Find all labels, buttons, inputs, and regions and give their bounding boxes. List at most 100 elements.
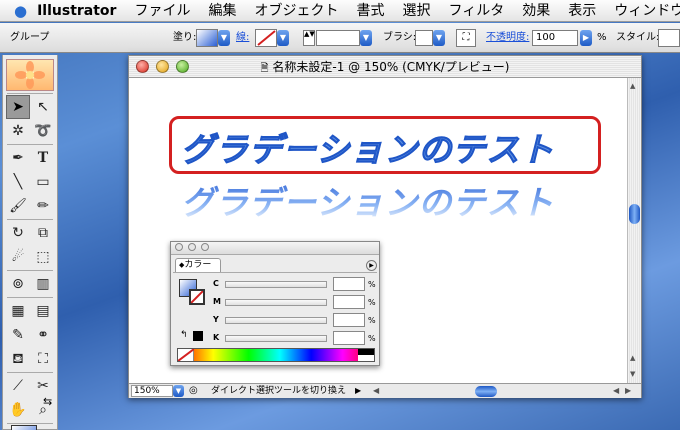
type-tool-icon[interactable]: T [31,146,55,170]
live-paint-bucket-tool-icon[interactable]: ⛾ [6,347,30,371]
line-tool-icon[interactable]: ╲ [6,170,30,194]
scale-tool-icon[interactable]: ⧉ [31,221,55,245]
toolbox-divider [7,270,53,271]
apple-menu-icon[interactable]: ● [14,2,27,20]
document-title-bar[interactable]: 🗎 名称未設定-1 @ 150% (CMYK/プレビュー) [129,56,641,78]
pencil-tool-icon[interactable]: ✏ [31,194,55,218]
opacity-unit: % [597,32,607,43]
scroll-left-icon[interactable]: ◀ [373,384,379,398]
channel-m-unit: % [368,298,376,307]
zoom-dropdown-icon[interactable]: ▼ [173,385,184,397]
channel-y-field[interactable] [333,313,365,327]
menu-effect[interactable]: 効果 [513,0,559,21]
scroll-up-icon[interactable]: ▲ [630,354,635,362]
palette-menu-icon[interactable]: ▶ [366,260,377,271]
stroke-weight-stepper[interactable]: ▲▼ [303,30,315,46]
stroke-weight-dropdown-icon[interactable]: ▼ [360,30,372,46]
fill-dropdown-icon[interactable]: ▼ [218,30,230,46]
mesh-tool-icon[interactable]: ▦ [6,299,30,323]
transform-icon[interactable]: ⛶ [456,29,476,47]
stroke-swatch[interactable] [255,29,277,47]
gradient-tool-icon[interactable]: ▤ [31,299,55,323]
opacity-label[interactable]: 不透明度: [486,23,529,53]
palette-zoom-button[interactable] [201,243,209,251]
channel-y-label: Y [213,315,219,324]
document-title: 🗎 名称未設定-1 @ 150% (CMYK/プレビュー) [129,56,641,80]
selection-tool-icon[interactable]: ➤ [6,95,30,119]
black-swatch[interactable] [193,331,203,341]
stroke-dropdown-icon[interactable]: ▼ [277,30,289,46]
menu-file[interactable]: ファイル [125,0,199,21]
vertical-scrollbar[interactable]: ▲ ▲ ▼ [627,78,641,384]
fill-swatch[interactable] [196,29,218,47]
palette-close-button[interactable] [175,243,183,251]
headline-text-selected[interactable]: グラデーションのテスト [180,123,554,171]
stroke-label[interactable]: 線: [236,23,249,53]
headline-text-gradient[interactable]: グラデーションのテスト [181,176,554,224]
opacity-dropdown-icon[interactable]: ▶ [580,30,592,46]
menu-type[interactable]: 書式 [347,0,393,21]
channel-k-slider[interactable] [225,335,327,342]
status-menu-arrow-icon[interactable]: ▶ [355,384,361,398]
scroll-up-icon[interactable]: ▲ [630,82,635,90]
pen-tool-icon[interactable]: ✒ [6,146,30,170]
direct-selection-tool-icon[interactable]: ↖ [31,95,55,119]
rotate-tool-icon[interactable]: ↻ [6,221,30,245]
channel-c-slider[interactable] [225,281,327,288]
document-title-text: 名称未設定-1 @ 150% (CMYK/プレビュー) [272,60,510,74]
channel-m-field[interactable] [333,295,365,309]
zoom-field[interactable]: 150% [131,385,173,397]
swap-colors-icon[interactable]: ⇆ [43,395,52,408]
channel-k-label: K [213,333,220,342]
menu-view[interactable]: 表示 [559,0,605,21]
channel-c-field[interactable] [333,277,365,291]
fill-label: 塗り: [173,32,197,43]
channel-k-unit: % [368,334,376,343]
horizontal-scroll-thumb[interactable] [475,386,497,397]
rectangle-tool-icon[interactable]: ▭ [31,170,55,194]
scroll-down-icon[interactable]: ▼ [630,370,635,378]
hand-tool-icon[interactable]: ✋ [6,398,30,422]
vertical-scroll-thumb[interactable] [629,204,640,224]
brush-swatch[interactable] [415,30,433,46]
none-swatch[interactable] [177,348,195,362]
live-paint-selection-tool-icon[interactable]: ⛶ [31,347,55,371]
scroll-left-icon[interactable]: ◀ [613,384,619,398]
symbol-sprayer-tool-icon[interactable]: ⊚ [6,272,30,296]
eyedropper-tool-icon[interactable]: ✎ [6,323,30,347]
style-swatch[interactable] [658,29,680,47]
opacity-field[interactable]: 100 [532,30,578,46]
color-spectrum[interactable] [177,348,375,362]
palette-divider [173,272,377,273]
menu-select[interactable]: 選択 [393,0,439,21]
lasso-tool-icon[interactable]: ➰ [31,119,55,143]
palette-stroke-swatch[interactable] [189,289,205,305]
magic-wand-tool-icon[interactable]: ✲ [6,119,30,143]
channel-k-field[interactable] [333,331,365,345]
tab-color[interactable]: ◆カラー [175,258,221,272]
scroll-right-icon[interactable]: ▶ [625,384,631,398]
menu-app[interactable]: Illustrator [35,0,125,21]
illustrator-logo-icon[interactable] [6,59,54,91]
column-graph-tool-icon[interactable]: ▥ [31,272,55,296]
free-transform-tool-icon[interactable]: ⬚ [31,245,55,269]
channel-m-slider[interactable] [225,299,327,306]
out-of-gamut-icon[interactable]: ↰ [180,330,188,340]
spectrum-white-swatch[interactable] [358,355,374,361]
brush-dropdown-icon[interactable]: ▼ [433,30,445,46]
style-label: スタイル: [616,32,660,43]
none-color-icon [177,348,195,362]
palette-minimize-button[interactable] [188,243,196,251]
menu-edit[interactable]: 編集 [199,0,245,21]
paintbrush-tool-icon[interactable]: 🖌 [6,194,30,218]
menu-object[interactable]: オブジェクト [245,0,347,21]
fill-color-swatch[interactable] [11,425,37,430]
blend-tool-icon[interactable]: ⚭ [31,323,55,347]
warp-tool-icon[interactable]: ☄ [6,245,30,269]
slice-tool-icon[interactable]: ⟋ [6,374,30,398]
palette-title-bar[interactable] [171,242,379,255]
menu-filter[interactable]: フィルタ [439,0,513,21]
channel-y-slider[interactable] [225,317,327,324]
stroke-weight-field[interactable] [316,30,360,46]
menu-window[interactable]: ウィンドウ [605,0,680,21]
